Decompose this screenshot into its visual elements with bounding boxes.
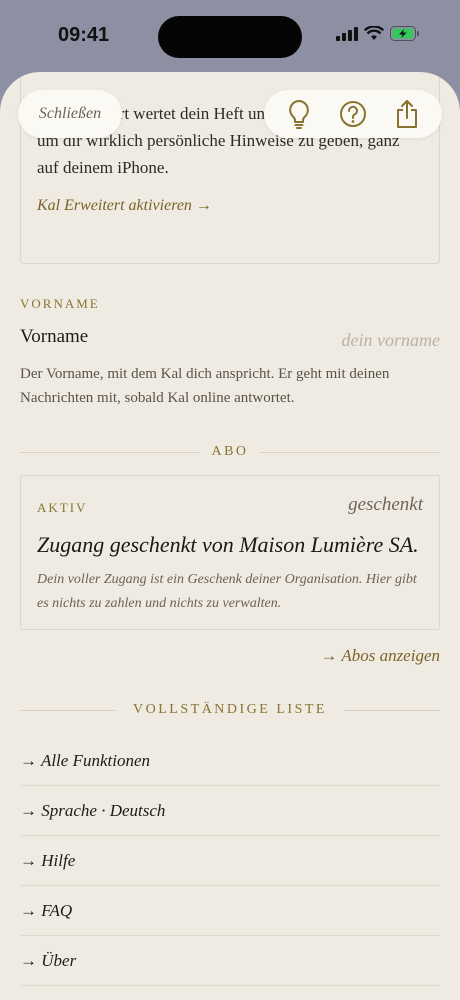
full-list: → Alle Funktionen → Sprache · Deutsch → …	[20, 736, 440, 986]
dynamic-island	[158, 16, 302, 58]
vorname-help: Der Vorname, mit dem Kal dich anspricht.…	[20, 366, 390, 406]
vorname-section-label: VORNAME	[20, 296, 100, 311]
status-bar: 09:41	[0, 0, 460, 72]
list-item-ueber[interactable]: → Über	[20, 936, 440, 986]
list-item-alle-funktionen[interactable]: → Alle Funktionen	[20, 736, 440, 786]
close-button[interactable]: Schließen	[18, 90, 122, 138]
vorname-label: Vorname	[20, 326, 89, 347]
subscription-status: AKTIV	[37, 500, 88, 515]
vorname-row: Vorname	[20, 326, 440, 356]
lightbulb-icon	[289, 100, 309, 129]
wifi-icon	[363, 25, 385, 46]
status-icons	[336, 25, 420, 46]
header-actions	[264, 90, 442, 138]
full-list-divider: VOLLSTÄNDIGE LISTE	[20, 700, 440, 720]
list-item-faq[interactable]: → FAQ	[20, 886, 440, 936]
subscription-title: Zugang geschenkt von Maison Lumière SA.	[37, 532, 419, 557]
status-time: 09:41	[58, 24, 110, 46]
share-button[interactable]	[387, 94, 427, 134]
list-item-hilfe[interactable]: → Hilfe	[20, 836, 440, 886]
vorname-input[interactable]	[260, 326, 440, 354]
help-button[interactable]	[333, 94, 373, 134]
list-item-sprache[interactable]: → Sprache · Deutsch	[20, 786, 440, 836]
battery-charging-icon	[390, 26, 420, 46]
subscription-description: Dein voller Zugang ist ein Geschenk dein…	[37, 572, 417, 611]
show-subscriptions-link[interactable]: → Abos anzeigen	[320, 646, 440, 666]
help-icon	[340, 101, 366, 127]
settings-sheet: Kal Erweitert wertet dein Heft und deine…	[0, 72, 460, 1000]
share-icon	[397, 100, 417, 128]
activate-extended-link[interactable]: Kal Erweitert aktivieren →	[37, 197, 423, 215]
cellular-signal-icon	[336, 26, 358, 46]
subscription-badge: geschenkt	[348, 494, 423, 515]
abo-divider: ABO	[20, 442, 440, 462]
subscription-card: AKTIV geschenkt Zugang geschenkt von Mai…	[20, 475, 440, 630]
lightbulb-button[interactable]	[279, 94, 319, 134]
